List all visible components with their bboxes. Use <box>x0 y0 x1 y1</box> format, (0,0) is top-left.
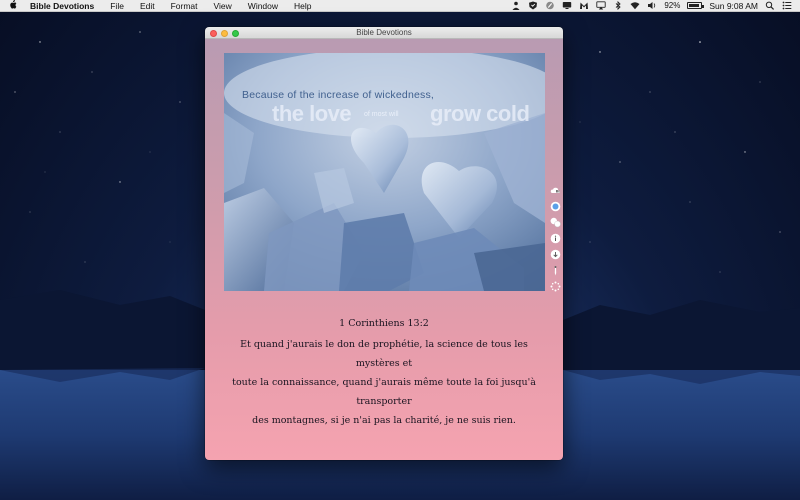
cloud-upload-icon[interactable] <box>550 185 561 196</box>
verse-line: toute la connaissance, quand j'aurais mê… <box>232 377 536 407</box>
close-button[interactable] <box>210 29 217 37</box>
spotlight-search-icon[interactable] <box>765 1 775 10</box>
download-icon[interactable] <box>550 249 561 260</box>
image-caption-small: of most will <box>364 111 399 118</box>
unknown-app-icon[interactable] <box>545 1 555 10</box>
circle-select-icon[interactable] <box>550 201 561 212</box>
notification-center-icon[interactable] <box>782 1 792 10</box>
menu-help[interactable]: Help <box>286 0 319 12</box>
shield-icon[interactable] <box>528 1 538 10</box>
menu-format[interactable]: Format <box>163 0 206 12</box>
maximize-button[interactable] <box>232 29 239 37</box>
app-window: Bible Devotions Because of the increase … <box>205 27 563 460</box>
sparkle-icon[interactable] <box>550 281 561 292</box>
window-controls <box>210 29 239 37</box>
devotion-content: Because of the increase of wickedness, t… <box>205 39 563 460</box>
verse-line: des montagnes, si je n'ai pas la charité… <box>252 415 516 426</box>
menu-app-name[interactable]: Bible Devotions <box>26 0 102 12</box>
apple-menu-icon[interactable] <box>0 0 26 11</box>
image-caption-grow-cold: grow cold <box>430 101 530 126</box>
verse-line: Et quand j'aurais le don de prophétie, l… <box>240 339 528 369</box>
bubbles-icon[interactable] <box>550 217 561 228</box>
volume-icon[interactable] <box>647 1 657 10</box>
bluetooth-icon[interactable] <box>613 1 623 10</box>
menu-edit[interactable]: Edit <box>132 0 163 12</box>
status-area: 92% Sun 9:08 AM <box>511 1 800 11</box>
display-icon[interactable] <box>562 1 572 10</box>
clock[interactable]: Sun 9:08 AM <box>709 1 758 11</box>
window-title: Bible Devotions <box>356 28 412 37</box>
image-caption-line1: Because of the increase of wickedness, <box>242 89 435 101</box>
devotion-image: Because of the increase of wickedness, t… <box>224 53 545 291</box>
menu-window[interactable]: Window <box>240 0 286 12</box>
verse-text: Et quand j'aurais le don de prophétie, l… <box>219 335 549 430</box>
menu-bar: Bible Devotions File Edit Format View Wi… <box>0 0 800 12</box>
airplay-icon[interactable] <box>596 1 606 10</box>
menu-view[interactable]: View <box>206 0 240 12</box>
minimize-button[interactable] <box>221 29 228 37</box>
pen-icon[interactable] <box>550 265 561 276</box>
info-icon[interactable] <box>550 233 561 244</box>
upload-person-icon[interactable] <box>511 1 521 10</box>
battery-icon[interactable] <box>687 2 705 9</box>
malwarebytes-icon[interactable] <box>579 1 589 10</box>
battery-percent[interactable]: 92% <box>664 1 680 10</box>
verse-reference: 1 Corinthiens 13:2 <box>339 318 429 329</box>
side-toolbar <box>547 185 563 292</box>
wifi-icon[interactable] <box>630 1 640 10</box>
image-caption-the-love: the love <box>272 101 352 126</box>
menu-file[interactable]: File <box>102 0 132 12</box>
window-titlebar[interactable]: Bible Devotions <box>205 27 563 39</box>
